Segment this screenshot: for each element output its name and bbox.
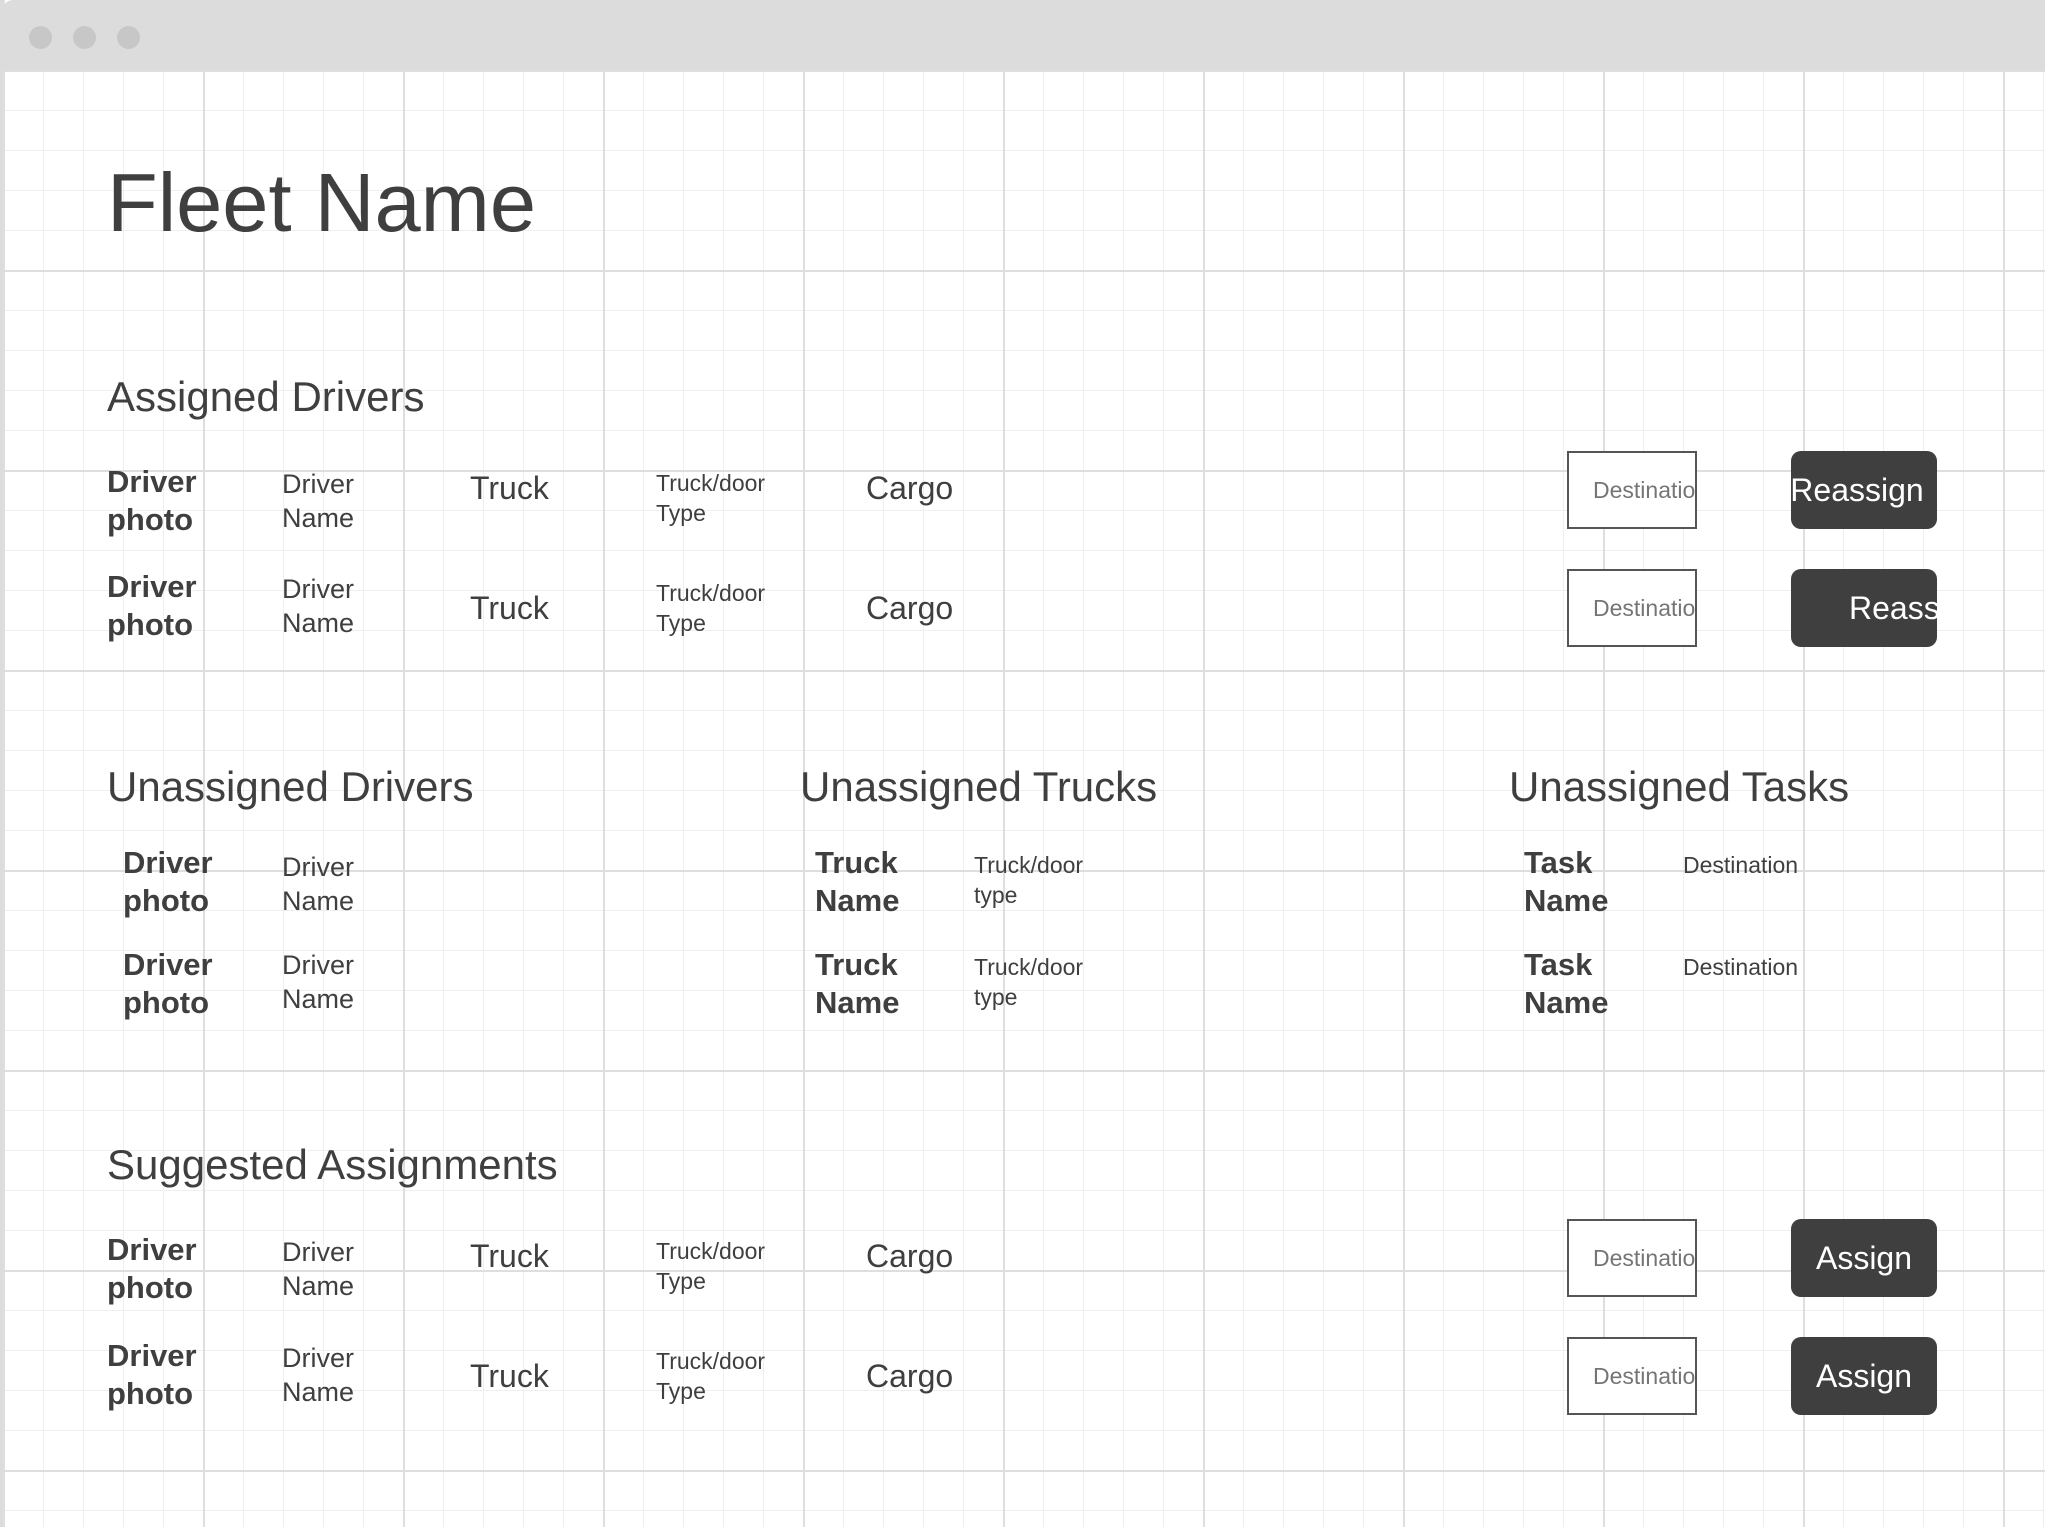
destination-input[interactable] <box>1567 1219 1697 1297</box>
task-destination: Destination <box>1683 954 1799 980</box>
driver-photo: Driver photo <box>107 464 197 537</box>
task-destination: Destination <box>1683 852 1799 878</box>
unassigned-trucks-title: Unassigned Trucks <box>800 763 1158 810</box>
suggested-assignments-title: Suggested Assignments <box>107 1141 558 1188</box>
page-title: Fleet Name <box>107 156 536 249</box>
truck-door-type: Truck/door type <box>974 852 1084 908</box>
assigned-drivers-title: Assigned Drivers <box>107 373 425 420</box>
truck-door-type: Truck/door Type <box>656 1348 766 1404</box>
cargo: Cargo <box>866 1358 954 1394</box>
unassigned-drivers-title: Unassigned Drivers <box>107 763 474 810</box>
window-close-dot[interactable] <box>29 26 52 49</box>
destination-input[interactable] <box>1567 1337 1697 1415</box>
reassign-button[interactable]: Reassign <box>1791 569 1937 647</box>
destination-input[interactable] <box>1567 569 1697 647</box>
unassigned-tasks-title: Unassigned Tasks <box>1509 763 1850 810</box>
driver-name: Driver Name <box>282 574 355 638</box>
driver-name: Driver Name <box>282 1343 355 1407</box>
truck-name: Truck Name <box>815 947 900 1020</box>
window-titlebar <box>3 0 2045 70</box>
driver-name: Driver Name <box>282 469 355 533</box>
driver-photo: Driver photo <box>123 845 213 918</box>
driver-photo: Driver photo <box>123 947 213 1020</box>
browser-window: Fleet Name Assigned Drivers Driver photo… <box>0 0 2045 1527</box>
driver-name: Driver Name <box>282 1237 355 1301</box>
truck-name: Truck Name <box>815 845 900 918</box>
truck: Truck <box>470 1358 549 1394</box>
driver-photo: Driver photo <box>107 1232 197 1305</box>
task-name: Task Name <box>1524 845 1609 918</box>
truck: Truck <box>470 470 549 506</box>
destination-input[interactable] <box>1567 451 1697 529</box>
driver-photo: Driver photo <box>107 569 197 642</box>
window-maximize-dot[interactable] <box>117 26 140 49</box>
driver-photo: Driver photo <box>107 1338 197 1411</box>
truck-door-type: Truck/door type <box>974 954 1084 1010</box>
truck-door-type: Truck/door Type <box>656 580 766 636</box>
truck: Truck <box>470 1238 549 1274</box>
assign-button[interactable]: Assign <box>1791 1219 1937 1297</box>
driver-name: Driver Name <box>282 852 355 916</box>
reassign-button[interactable]: Reassign <box>1791 451 1937 529</box>
cargo: Cargo <box>866 470 954 506</box>
truck-door-type: Truck/door Type <box>656 470 766 526</box>
truck-door-type: Truck/door Type <box>656 1238 766 1294</box>
assign-button[interactable]: Assign <box>1791 1337 1937 1415</box>
cargo: Cargo <box>866 1238 954 1274</box>
task-name: Task Name <box>1524 947 1609 1020</box>
cargo: Cargo <box>866 590 954 626</box>
truck: Truck <box>470 590 549 626</box>
window-minimize-dot[interactable] <box>73 26 96 49</box>
driver-name: Driver Name <box>282 950 355 1014</box>
